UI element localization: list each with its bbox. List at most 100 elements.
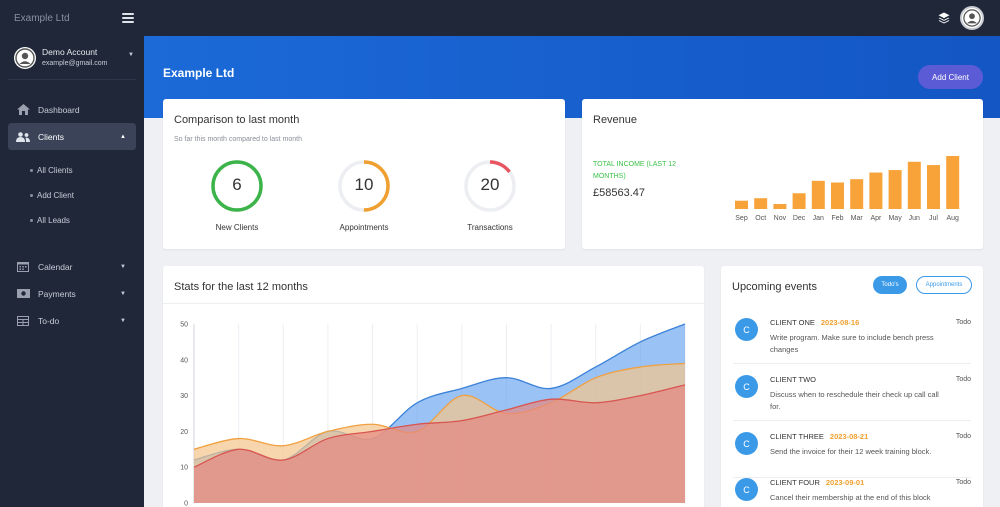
x-tick-label: Jan xyxy=(813,215,824,222)
card-title: Stats for the last 12 months xyxy=(174,281,308,293)
gauge-label: Transactions xyxy=(467,223,513,232)
bar xyxy=(792,193,806,209)
avatar xyxy=(14,46,36,69)
y-tick-label: 50 xyxy=(180,322,188,329)
bar xyxy=(754,198,768,209)
x-tick-label: Mar xyxy=(851,215,864,222)
stats-area-chart: 0 10 20 30 40 50 xyxy=(180,322,686,507)
table-icon xyxy=(16,315,30,327)
x-tick-label: Jul xyxy=(929,215,938,222)
menu-toggle-icon[interactable] xyxy=(122,13,134,23)
bar xyxy=(811,180,825,209)
chevron-down-icon: ▼ xyxy=(120,263,126,270)
x-tick-label: Dec xyxy=(793,215,806,222)
sidebar-header: Example Ltd xyxy=(0,0,144,36)
y-tick-label: 20 xyxy=(180,429,188,436)
sidebar-subitem-label: All Leads xyxy=(37,216,70,225)
gauge-new-clients: 6 xyxy=(210,159,264,213)
gauge-label: New Clients xyxy=(215,223,259,232)
sidebar-item-label: Payments xyxy=(38,288,76,299)
event-name-text: CLIENT ONE xyxy=(770,318,815,327)
add-client-button[interactable]: Add Client xyxy=(918,65,983,89)
money-icon xyxy=(16,288,30,300)
bar xyxy=(869,172,883,209)
brand-name: Example Ltd xyxy=(14,12,70,24)
bar xyxy=(888,170,902,209)
users-icon xyxy=(16,131,30,143)
sidebar-nav: Dashboard Clients ▲ All Clients Add Clie… xyxy=(0,96,144,334)
avatar: C xyxy=(735,375,758,398)
bar xyxy=(773,204,787,209)
y-tick-label: 10 xyxy=(180,465,188,472)
total-income-label: TOTAL INCOME (LAST 12 MONTHS) xyxy=(593,161,676,180)
x-tick-label: Jun xyxy=(909,215,920,222)
y-tick-label: 40 xyxy=(180,357,188,364)
y-tick-label: 0 xyxy=(184,501,188,507)
event-date: 2023-09-01 xyxy=(825,478,865,487)
list-item[interactable]: C CLIENT TWO Discuss when to reschedule … xyxy=(721,364,983,421)
event-client-name: CLIENT FOUR 2023-09-01 xyxy=(770,478,864,487)
sidebar-subitem-all-leads[interactable]: All Leads xyxy=(0,208,144,233)
sidebar-item-dashboard[interactable]: Dashboard xyxy=(0,96,144,123)
event-client-name: CLIENT THREE 2023-08-21 xyxy=(770,432,868,441)
event-name-text: CLIENT FOUR xyxy=(770,478,820,487)
sidebar-subitem-label: All Clients xyxy=(37,166,73,175)
bar xyxy=(946,155,960,209)
x-tick-label: May xyxy=(888,215,902,222)
event-description: Discuss when to reschedule their check u… xyxy=(770,390,939,411)
x-tick-label: Apr xyxy=(870,215,882,222)
calendar-icon xyxy=(16,261,30,273)
event-name-text: CLIENT TWO xyxy=(770,375,816,384)
sidebar-subitem-add-client[interactable]: Add Client xyxy=(0,183,144,208)
event-date: 2023-08-21 xyxy=(829,432,869,441)
top-bar xyxy=(144,0,1000,36)
total-income-amount: £58563.47 xyxy=(593,187,645,199)
sidebar-subitem-all-clients[interactable]: All Clients xyxy=(0,158,144,183)
gauge-value: 20 xyxy=(480,175,500,194)
page-title: Example Ltd xyxy=(163,66,235,80)
event-type: Todo xyxy=(955,433,971,440)
x-tick-label: Sep xyxy=(735,215,748,222)
sidebar-item-label: To-do xyxy=(38,315,60,326)
sidebar-item-clients[interactable]: Clients ▲ xyxy=(8,123,136,150)
avatar: C xyxy=(735,478,758,501)
bar xyxy=(831,182,844,209)
card-subtitle: So far this month compared to last month xyxy=(174,136,303,143)
user-icon xyxy=(15,47,35,68)
events-card: Upcoming events Todo's Appointments C CL… xyxy=(721,266,983,507)
avatar: C xyxy=(735,432,758,455)
x-tick-label: Oct xyxy=(755,215,766,222)
appointments-filter-button[interactable]: Appointments xyxy=(916,276,972,294)
revenue-card: Revenue TOTAL INCOME (LAST 12 MONTHS) £5… xyxy=(582,99,983,249)
stats-card: Stats for the last 12 months 0 10 20 30 40 50 xyxy=(163,266,704,507)
bar xyxy=(927,165,940,209)
layers-icon[interactable] xyxy=(938,12,950,24)
account-email: example@gmail.com xyxy=(42,59,108,67)
list-item[interactable]: C CLIENT FOUR 2023-09-01 Cancel their mem… xyxy=(721,467,983,507)
sidebar-item-label: Calendar xyxy=(38,261,73,272)
sidebar-item-todo[interactable]: To-do ▼ xyxy=(0,307,144,334)
chevron-down-icon: ▼ xyxy=(128,52,134,58)
y-tick-label: 30 xyxy=(180,393,188,400)
account-name: Demo Account xyxy=(42,46,98,57)
x-tick-label: Feb xyxy=(831,215,843,222)
x-tick-label: Nov xyxy=(774,215,787,222)
sidebar-item-label: Dashboard xyxy=(38,104,80,115)
gauge-appointments: 10 xyxy=(337,159,391,213)
todos-filter-button[interactable]: Todo's xyxy=(873,276,907,294)
user-icon xyxy=(963,9,981,27)
bar xyxy=(735,200,748,209)
bar xyxy=(850,179,864,209)
x-tick-label: Aug xyxy=(946,215,959,222)
event-date: 2023-08-16 xyxy=(820,318,860,327)
account-menu[interactable]: Demo Account example@gmail.com ▼ xyxy=(8,36,136,80)
list-item[interactable]: C CLIENT ONE 2023-08-16 Write program. Ma… xyxy=(721,307,983,364)
sidebar-item-payments[interactable]: Payments ▼ xyxy=(0,280,144,307)
event-client-name: CLIENT TWO xyxy=(770,375,816,384)
user-avatar-button[interactable] xyxy=(960,6,984,30)
sidebar-item-calendar[interactable]: Calendar ▼ xyxy=(0,253,144,280)
card-title: Upcoming events xyxy=(732,281,817,293)
event-client-name: CLIENT ONE 2023-08-16 xyxy=(770,318,859,327)
gauge-value: 6 xyxy=(232,175,242,194)
event-type: Todo xyxy=(955,319,971,326)
